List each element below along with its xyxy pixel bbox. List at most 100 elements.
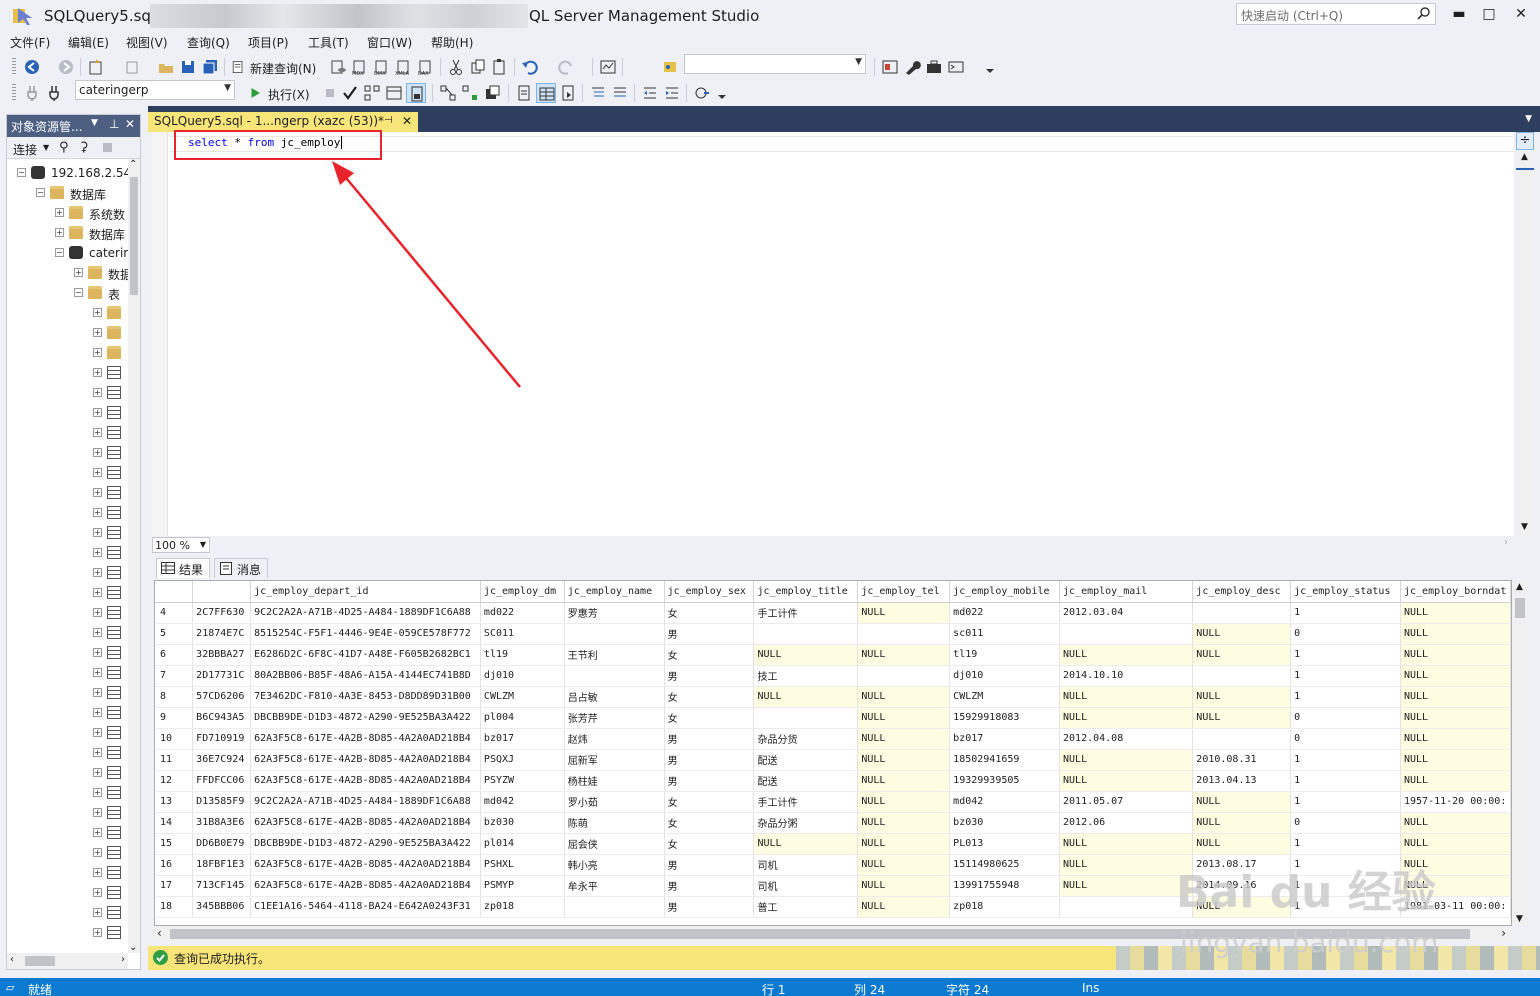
grid-cell[interactable]: 王节利	[564, 644, 665, 666]
scroll-right-icon[interactable]: ›	[1501, 926, 1506, 940]
menu-file[interactable]: 文件(F)	[10, 34, 50, 51]
menu-edit[interactable]: 编辑(E)	[68, 34, 109, 51]
grid-cell[interactable]: 345BBB06	[192, 896, 252, 918]
row-number[interactable]: 18	[155, 896, 194, 918]
close-tab-icon[interactable]: ✕	[402, 114, 412, 128]
column-header[interactable]: jc_employ_dm	[480, 581, 565, 603]
grid-cell[interactable]: 18502941659	[949, 749, 1061, 771]
close-button[interactable]: ✕	[1506, 2, 1536, 26]
grid-cell[interactable]: pl014	[480, 833, 565, 855]
expand-icon[interactable]: +	[93, 308, 102, 317]
grid-cell[interactable]: NULL	[1192, 791, 1292, 813]
toolbar-options-icon[interactable]	[980, 57, 1000, 77]
tree-node[interactable]: +	[7, 343, 128, 363]
table-row[interactable]: 13 D13585F9 9C2C2A2A-A71B-4D25-A484-1889DF…	[155, 791, 1511, 813]
collapse-icon[interactable]: −	[17, 168, 26, 177]
tree-node[interactable]: +	[7, 383, 128, 403]
grid-cell[interactable]: NULL	[857, 602, 951, 624]
grid-cell[interactable]: 18FBF1E3	[192, 854, 252, 876]
grid-cell[interactable]: zp018	[480, 896, 565, 918]
column-header[interactable]: jc_employ_sex	[664, 581, 755, 603]
tree-node[interactable]: + 系统数	[7, 203, 128, 223]
tree-node[interactable]: +	[7, 403, 128, 423]
live-stats-icon[interactable]	[460, 83, 480, 103]
grid-cell[interactable]: 62A3F5C8-617E-4A2B-8D85-4A2A0AD218B4	[250, 770, 481, 792]
grid-cell[interactable]: NULL	[1059, 707, 1194, 729]
grid-cell[interactable]: 15114980625	[949, 854, 1061, 876]
grid-cell[interactable]: 牟永平	[564, 875, 665, 897]
grid-cell[interactable]: NULL	[1059, 854, 1194, 876]
tree-node[interactable]: +	[7, 463, 128, 483]
grid-cell[interactable]: 罗小茹	[564, 791, 665, 813]
grid-cell[interactable]: NULL	[1192, 686, 1292, 708]
scroll-up-icon[interactable]: ⌃	[129, 159, 137, 170]
tree-node[interactable]: +	[7, 703, 128, 723]
grid-cell[interactable]: NULL	[857, 896, 951, 918]
expand-icon[interactable]: +	[93, 608, 102, 617]
grid-cell[interactable]: 男	[664, 875, 755, 897]
grid-cell[interactable]: NULL	[857, 728, 951, 750]
forward-icon[interactable]	[56, 57, 76, 77]
grid-cell[interactable]: tl19	[949, 644, 1061, 666]
row-number[interactable]: 10	[155, 728, 194, 750]
grid-cell[interactable]: NULL	[1192, 623, 1292, 645]
grid-cell[interactable]: 普工	[753, 896, 859, 918]
tree-node[interactable]: + 数据	[7, 263, 128, 283]
tree-node[interactable]: +	[7, 843, 128, 863]
grid-cell[interactable]	[1192, 728, 1292, 750]
grid-cell[interactable]: 9C2C2A2A-A71B-4D25-A484-1889DF1C6A88	[250, 791, 481, 813]
expand-icon[interactable]: +	[93, 848, 102, 857]
tree-node[interactable]: +	[7, 563, 128, 583]
toolbox-icon[interactable]	[924, 57, 944, 77]
disconnect-icon[interactable]: ⚳	[79, 140, 89, 155]
expand-icon[interactable]: +	[93, 468, 102, 477]
toolbar-grip[interactable]	[12, 58, 16, 76]
column-header[interactable]: jc_employ_name	[564, 581, 665, 603]
solution-config-icon[interactable]	[660, 57, 680, 77]
grid-cell[interactable]: 手工计件	[753, 602, 859, 624]
xmla-query-icon[interactable]: XMLA	[394, 57, 414, 77]
results-to-file-icon[interactable]	[558, 83, 578, 103]
grid-cell[interactable]	[857, 623, 951, 645]
tree-node[interactable]: +	[7, 483, 128, 503]
grid-cell[interactable]: 57CD6206	[192, 686, 252, 708]
expand-icon[interactable]: +	[93, 528, 102, 537]
grid-cell[interactable]: PL013	[949, 833, 1061, 855]
grid-cell[interactable]: NULL	[857, 749, 951, 771]
grid-cell[interactable]: NULL	[753, 644, 859, 666]
grid-cell[interactable]: 手工计件	[753, 791, 859, 813]
split-editor-icon[interactable]: ÷	[1516, 132, 1534, 150]
tree-node[interactable]: +	[7, 923, 128, 943]
grid-cell[interactable]: 男	[664, 770, 755, 792]
grid-cell[interactable]: DBCBB9DE-D1D3-4872-A290-9E525BA3A422	[250, 707, 481, 729]
expand-icon[interactable]: +	[93, 348, 102, 357]
grid-cell[interactable]: dj010	[480, 665, 565, 687]
grid-cell[interactable]: 2011.05.07	[1059, 791, 1194, 813]
tree-node[interactable]: +	[7, 903, 128, 923]
editor-vscroll[interactable]: ÷ ▲ ▼	[1516, 132, 1534, 536]
grid-cell[interactable]: 1	[1290, 770, 1401, 792]
expand-icon[interactable]: +	[93, 508, 102, 517]
grid-cell[interactable]: 0	[1290, 707, 1401, 729]
dax-query-icon[interactable]: DAX	[416, 57, 436, 77]
grid-cell[interactable]: 1	[1290, 665, 1401, 687]
expand-icon[interactable]: +	[93, 888, 102, 897]
grid-cell[interactable]: 32BBBA27	[192, 644, 252, 666]
properties-wrench-icon[interactable]	[902, 57, 922, 77]
grid-cell[interactable]: dj010	[949, 665, 1061, 687]
grid-cell[interactable]	[564, 623, 665, 645]
grid-cell[interactable]: 62A3F5C8-617E-4A2B-8D85-4A2A0AD218B4	[250, 875, 481, 897]
grid-cell[interactable]: NULL	[1400, 728, 1511, 750]
config-combo[interactable]: ▼	[684, 54, 866, 74]
grid-vscroll[interactable]: ▲ ▼	[1512, 580, 1528, 926]
row-number[interactable]: 15	[155, 833, 194, 855]
grid-cell[interactable]: 韩小亮	[564, 854, 665, 876]
scroll-up-icon[interactable]: ▲	[1521, 152, 1528, 162]
toolbar-options-icon[interactable]	[712, 83, 732, 103]
grid-cell[interactable]: md042	[480, 791, 565, 813]
grid-cell[interactable]: 0	[1290, 623, 1401, 645]
grid-cell[interactable]: 21874E7C	[192, 623, 252, 645]
grid-cell[interactable]: 9C2C2A2A-A71B-4D25-A484-1889DF1C6A88	[250, 602, 481, 624]
tree-node[interactable]: +	[7, 743, 128, 763]
grid-cell[interactable]: D13585F9	[192, 791, 252, 813]
